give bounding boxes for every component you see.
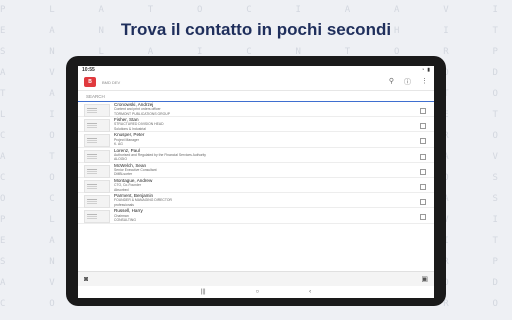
page-headline: Trova il contatto in pochi secondi xyxy=(120,20,392,39)
select-checkbox[interactable] xyxy=(420,214,426,221)
list-item[interactable]: Fisher, Stan STRUCTURED DIVISION HEAD So… xyxy=(78,117,434,133)
contact-company: ALOGIO xyxy=(114,157,128,162)
select-checkbox[interactable] xyxy=(420,153,426,160)
list-item[interactable]: McWelch, Sean Senior Executive Consultan… xyxy=(78,163,434,178)
status-bar: 10:55 ◔ ▮ xyxy=(78,66,434,74)
select-checkbox[interactable] xyxy=(420,108,426,114)
list-item[interactable]: Montague, Andrew CTO, Co-Founder Absorbe… xyxy=(78,178,434,194)
business-card-thumbnail xyxy=(84,119,110,133)
search-placeholder: SEARCH xyxy=(86,93,105,99)
contact-company: CONSULTING xyxy=(114,217,136,222)
home-icon[interactable]: ○ xyxy=(256,289,260,295)
business-card-thumbnail xyxy=(84,210,110,224)
app-screen: 10:55 ◔ ▮ B BMD DEV ⚲ ⓘ ⋮ SEARCH Cronows… xyxy=(78,66,434,298)
app-subtitle: BMD DEV xyxy=(102,79,121,85)
contact-list: Cronowski, Andrzej Content and print ord… xyxy=(78,102,434,224)
contact-company: DMBLsorter xyxy=(114,172,133,177)
list-item[interactable]: Knusper, Peter Project Manager K. AG xyxy=(78,132,434,148)
search-input[interactable]: SEARCH xyxy=(78,91,434,102)
business-card-thumbnail xyxy=(84,149,110,163)
business-card-thumbnail xyxy=(84,134,110,148)
contact-company: K. AG xyxy=(114,141,123,146)
select-checkbox[interactable] xyxy=(420,138,426,145)
business-card-thumbnail xyxy=(84,179,110,193)
list-item[interactable]: Cronowski, Andrzej Content and print ord… xyxy=(78,102,434,118)
bottom-toolbar: ◙ ▣ xyxy=(78,271,434,286)
system-nav-bar: ||| ○ ‹ xyxy=(78,286,434,298)
business-card-thumbnail xyxy=(84,164,110,178)
battery-icon: ▮ xyxy=(427,67,430,73)
list-item[interactable]: Lorenz, Paul Authorised and Regulated by… xyxy=(78,148,434,163)
info-icon[interactable]: ⓘ xyxy=(404,77,411,87)
recents-icon[interactable]: ||| xyxy=(201,289,206,295)
business-card-thumbnail xyxy=(84,195,110,209)
business-card-thumbnail xyxy=(84,104,110,117)
contact-company: TORMONT PUBLICATIONS GROUP xyxy=(114,111,170,116)
select-checkbox[interactable] xyxy=(420,168,426,175)
list-item[interactable]: Parment, Benjamin FOUNDER & MANAGING DIR… xyxy=(78,193,434,209)
tablet-frame: 10:55 ◔ ▮ B BMD DEV ⚲ ⓘ ⋮ SEARCH Cronows… xyxy=(66,56,446,306)
select-checkbox[interactable] xyxy=(420,199,426,206)
contact-company: Solutions & Industrial xyxy=(114,126,146,131)
app-actions: ⚲ ⓘ ⋮ xyxy=(389,77,428,87)
contact-company: Absorbed xyxy=(114,187,129,192)
select-checkbox[interactable] xyxy=(420,123,426,130)
select-checkbox[interactable] xyxy=(420,183,426,190)
status-time: 10:55 xyxy=(82,67,95,73)
image-icon[interactable]: ▣ xyxy=(421,275,428,283)
status-icons: ◔ ▮ xyxy=(421,67,430,73)
more-vertical-icon[interactable]: ⋮ xyxy=(421,77,428,87)
camera-icon[interactable]: ◙ xyxy=(84,276,88,283)
wifi-icon: ◔ xyxy=(421,67,425,73)
app-logo[interactable]: B xyxy=(84,77,96,87)
contact-company: professionals xyxy=(114,202,134,207)
list-item[interactable]: Russell, Harry Chairman CONSULTING xyxy=(78,208,434,224)
back-icon[interactable]: ‹ xyxy=(309,289,311,295)
filter-icon[interactable]: ⚲ xyxy=(389,77,394,87)
app-bar: B BMD DEV ⚲ ⓘ ⋮ xyxy=(78,74,434,91)
